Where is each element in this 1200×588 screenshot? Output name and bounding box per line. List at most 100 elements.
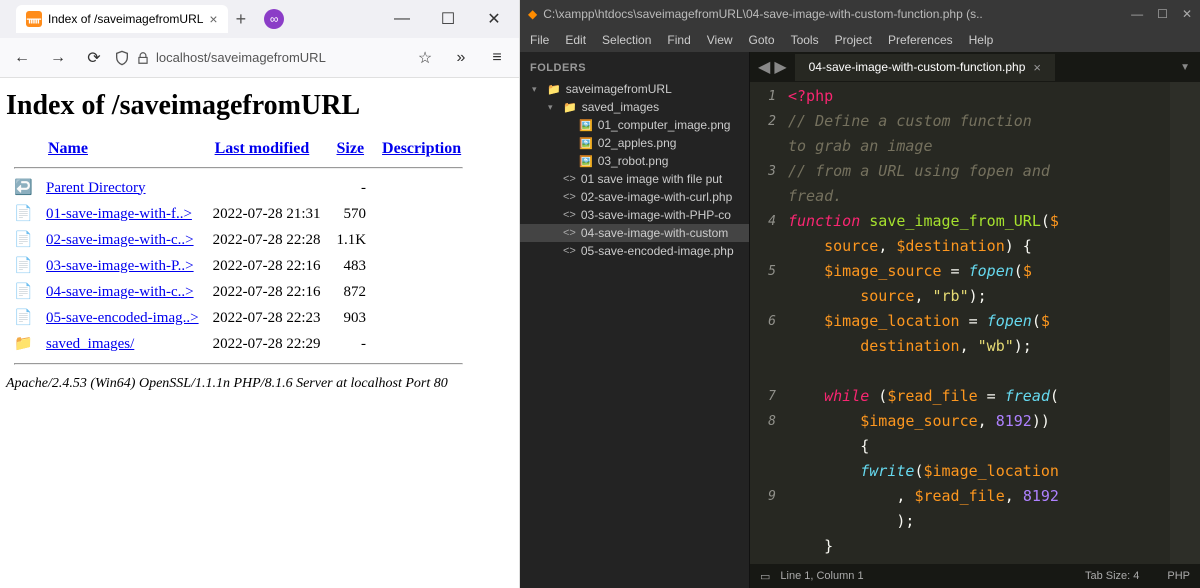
menu-view[interactable]: View [707, 33, 733, 47]
file-link[interactable]: 05-save-encoded-imag..> [46, 310, 199, 326]
editor-menu-bar: File Edit Selection Find View Goto Tools Projec… [520, 28, 1200, 52]
tab-next-icon[interactable]: ▶ [774, 57, 786, 77]
folder-icon: 📁 [14, 334, 32, 354]
menu-help[interactable]: Help [969, 33, 994, 47]
app-menu-button[interactable]: ≡ [481, 42, 513, 74]
col-desc[interactable]: Description [374, 138, 469, 160]
minimize-button[interactable]: — [385, 5, 419, 33]
maximize-button[interactable]: ☐ [431, 5, 465, 33]
editor-tab-label: 04-save-image-with-custom-function.php [809, 60, 1026, 74]
php-icon: <> [563, 209, 576, 221]
new-tab-button[interactable]: + [236, 9, 247, 30]
tree-item[interactable]: 🖼️ 02_apples.png [520, 134, 749, 152]
tree-item[interactable]: ▾📁saveimagefromURL [520, 80, 749, 98]
tree-item[interactable]: <> 04-save-image-with-custom [520, 224, 749, 242]
editor-open-tab[interactable]: 04-save-image-with-custom-function.php × [795, 54, 1055, 81]
menu-goto[interactable]: Goto [749, 33, 775, 47]
tab-overflow-icon[interactable]: ▼ [1170, 62, 1200, 73]
bookmark-button[interactable]: ☆ [409, 42, 441, 74]
status-language[interactable]: PHP [1167, 570, 1190, 582]
file-modified: 2022-07-28 22:16 [207, 254, 327, 278]
browser-tab-strip: ᚅ Index of /saveimagefromURL × + ∞ — ☐ ✕ [0, 0, 519, 38]
tree-label: 01_computer_image.png [598, 118, 731, 132]
page-content: Index of /saveimagefromURL Name Last mod… [0, 78, 519, 398]
url-text: localhost/saveimagefromURL [156, 50, 326, 65]
back-button[interactable]: ← [6, 42, 38, 74]
status-tab-size[interactable]: Tab Size: 4 [1085, 570, 1139, 582]
php-icon: <> [563, 191, 576, 203]
editor-title-text: C:\xampp\htdocs\saveimagefromURL\04-save… [543, 7, 983, 21]
menu-project[interactable]: Project [835, 33, 872, 47]
col-modified[interactable]: Last modified [207, 138, 327, 160]
file-link[interactable]: 02-save-image-with-c..> [46, 232, 194, 248]
file-modified: 2022-07-28 21:31 [207, 202, 327, 226]
status-position[interactable]: Line 1, Column 1 [780, 570, 863, 582]
tab-prev-icon[interactable]: ◀ [758, 57, 770, 77]
menu-selection[interactable]: Selection [602, 33, 651, 47]
close-window-button[interactable]: ✕ [477, 5, 511, 33]
folder-icon: 📁 [563, 101, 577, 114]
col-name[interactable]: Name [40, 138, 205, 160]
col-size[interactable]: Size [329, 138, 373, 160]
menu-find[interactable]: Find [667, 33, 690, 47]
editor-tab-bar: ◀ ▶ 04-save-image-with-custom-function.p… [750, 52, 1200, 82]
php-icon: <> [563, 227, 576, 239]
file-size: 570 [329, 202, 373, 226]
editor-sidebar: FOLDERS ▾📁saveimagefromURL▾📁saved_images… [520, 52, 750, 588]
tree-item[interactable]: ▾📁saved_images [520, 98, 749, 116]
minimap[interactable] [1170, 82, 1200, 564]
menu-tools[interactable]: Tools [791, 33, 819, 47]
tree-item[interactable]: <>05-save-encoded-image.php [520, 242, 749, 260]
editor-close-button[interactable]: ✕ [1182, 7, 1192, 21]
file-link[interactable]: 03-save-image-with-P..> [46, 258, 194, 274]
editor-body: FOLDERS ▾📁saveimagefromURL▾📁saved_images… [520, 52, 1200, 588]
reload-button[interactable]: ⟳ [78, 42, 110, 74]
menu-file[interactable]: File [530, 33, 549, 47]
file-link[interactable]: saved_images/ [46, 336, 134, 352]
tree-item[interactable]: 🖼️03_robot.png [520, 152, 749, 170]
menu-edit[interactable]: Edit [565, 33, 586, 47]
parent-directory-link[interactable]: Parent Directory [46, 180, 146, 196]
address-bar[interactable]: localhost/saveimagefromURL [114, 50, 405, 66]
file-tree: ▾📁saveimagefromURL▾📁saved_images🖼️01_com… [520, 78, 749, 262]
menu-preferences[interactable]: Preferences [888, 33, 953, 47]
php-icon: <> [563, 245, 576, 257]
tab-title: Index of /saveimagefromURL [48, 12, 203, 26]
file-size: 483 [329, 254, 373, 278]
tree-item[interactable]: <>02-save-image-with-curl.php [520, 188, 749, 206]
close-tab-icon[interactable]: × [1033, 60, 1041, 75]
page-title: Index of /saveimagefromURL [6, 90, 513, 122]
chevron-down-icon: ▾ [548, 102, 558, 113]
file-link[interactable]: 04-save-image-with-c..> [46, 284, 194, 300]
overflow-button[interactable]: » [445, 42, 477, 74]
status-icon[interactable]: ▭ [760, 570, 770, 583]
tree-label: 01 save image with file put [581, 172, 722, 186]
icon-col-header [8, 138, 38, 160]
file-icon: 📄 [14, 308, 32, 328]
tree-item[interactable]: <> 01 save image with file put [520, 170, 749, 188]
editor-minimize-button[interactable]: — [1131, 7, 1143, 21]
close-icon[interactable]: × [209, 11, 217, 27]
folder-icon: 📁 [547, 83, 561, 96]
editor-maximize-button[interactable]: ☐ [1157, 7, 1168, 21]
file-icon: 📄 [14, 282, 32, 302]
shield-icon [114, 50, 130, 66]
file-link[interactable]: 01-save-image-with-f..> [46, 206, 192, 222]
extension-icon[interactable]: ∞ [264, 9, 284, 29]
tree-label: 02_apples.png [598, 136, 677, 150]
forward-button[interactable]: → [42, 42, 74, 74]
lock-icon [136, 51, 150, 65]
tree-label: 04-save-image-with-custom [581, 226, 728, 240]
image-icon: 🖼️ [579, 137, 593, 150]
sidebar-title: FOLDERS [520, 58, 749, 78]
browser-tab[interactable]: ᚅ Index of /saveimagefromURL × [16, 5, 228, 33]
browser-window: ᚅ Index of /saveimagefromURL × + ∞ — ☐ ✕… [0, 0, 520, 588]
tree-item[interactable]: 🖼️01_computer_image.png [520, 116, 749, 134]
php-icon: <> [563, 173, 576, 185]
file-icon: 📄 [14, 204, 32, 224]
server-info: Apache/2.4.53 (Win64) OpenSSL/1.1.1n PHP… [6, 372, 513, 392]
code-lines[interactable]: <?php// Define a custom functionto grab … [784, 82, 1170, 564]
code-editor[interactable]: 123456789101112 <?php// Define a custom … [750, 82, 1200, 564]
file-icon: 📄 [14, 230, 32, 250]
tree-item[interactable]: <>03-save-image-with-PHP-co [520, 206, 749, 224]
